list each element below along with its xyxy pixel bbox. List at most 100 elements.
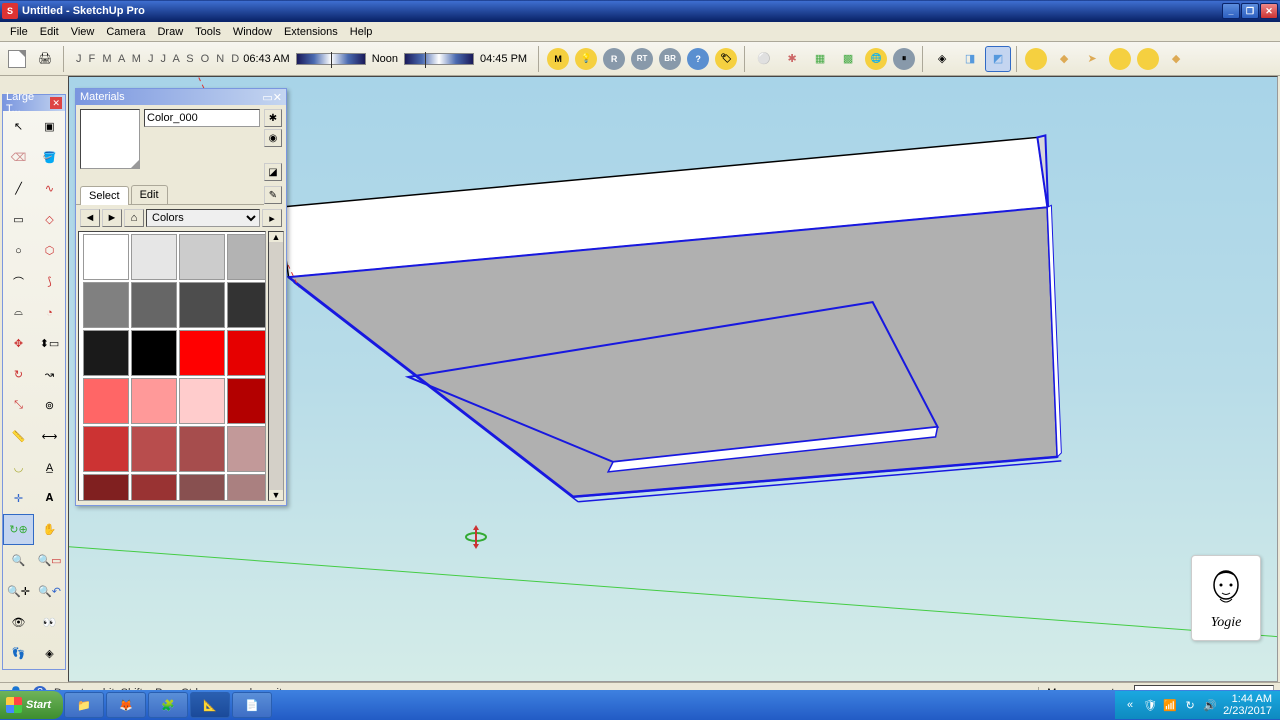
3dtext-tool[interactable]: 𝐀 — [34, 483, 65, 514]
color-swatch[interactable] — [131, 378, 177, 424]
style-bulb-button[interactable]: 💡 — [573, 46, 599, 72]
new-file-button[interactable] — [4, 46, 30, 72]
color-swatch[interactable] — [131, 426, 177, 472]
task-sketchup[interactable]: 📐 — [190, 692, 230, 718]
tray-shield-icon[interactable]: 🛡 — [1143, 698, 1157, 712]
material-name-input[interactable] — [144, 109, 260, 127]
arc-tool[interactable]: ⌒ — [3, 266, 34, 297]
circle-tool[interactable]: ○ — [3, 235, 34, 266]
orbit-tool[interactable]: ↻⊕ — [3, 514, 34, 545]
task-explorer[interactable]: 📁 — [64, 692, 104, 718]
section-plane-tool[interactable]: ◈ — [34, 638, 65, 669]
line-tool[interactable]: ╱ — [3, 173, 34, 204]
geo-terrain2-button[interactable]: ▩ — [835, 46, 861, 72]
menu-file[interactable]: File — [4, 24, 34, 40]
rotate-tool[interactable]: ↻ — [3, 359, 34, 390]
layer-cursor-button[interactable]: ➤ — [1079, 46, 1105, 72]
move-tool[interactable]: ✥ — [3, 328, 34, 359]
palette-title-bar[interactable]: Large T... ✕ — [3, 95, 65, 111]
create-material-button[interactable]: ✱ — [264, 109, 282, 127]
color-swatch[interactable] — [179, 378, 225, 424]
offset-tool[interactable]: ⊚ — [34, 390, 65, 421]
color-swatch[interactable] — [131, 234, 177, 280]
geo-terrain1-button[interactable]: ▦ — [807, 46, 833, 72]
color-swatch[interactable] — [83, 234, 129, 280]
freehand-tool[interactable]: ∿ — [34, 173, 65, 204]
scale-tool[interactable]: ⤡ — [3, 390, 34, 421]
swatch-scrollbar[interactable]: ▲ ▼ — [268, 231, 284, 501]
section-cut-button[interactable]: ◩ — [985, 46, 1011, 72]
task-firefox[interactable]: 🦊 — [106, 692, 146, 718]
date-slider[interactable] — [404, 53, 474, 65]
rectangle-tool[interactable]: ▭ — [3, 204, 34, 235]
color-swatch[interactable] — [227, 426, 266, 472]
polygon-tool[interactable]: ⬡ — [34, 235, 65, 266]
nav-forward-button[interactable]: ► — [102, 209, 122, 227]
axes-tool[interactable]: ✛ — [3, 483, 34, 514]
color-swatch[interactable] — [179, 330, 225, 376]
color-swatch[interactable] — [179, 282, 225, 328]
color-swatch[interactable] — [179, 426, 225, 472]
task-app2[interactable]: 📄 — [232, 692, 272, 718]
color-swatch[interactable] — [227, 282, 266, 328]
dimension-tool[interactable]: ⟷ — [34, 421, 65, 452]
tray-refresh-icon[interactable]: ↻ — [1183, 698, 1197, 712]
section-display-button[interactable]: ◨ — [957, 46, 983, 72]
menu-tools[interactable]: Tools — [189, 24, 227, 40]
rotated-rect-tool[interactable]: ◇ — [34, 204, 65, 235]
layer-diamond2-button[interactable]: ◆ — [1163, 46, 1189, 72]
layer-left-button[interactable] — [1107, 46, 1133, 72]
color-swatch[interactable] — [179, 474, 225, 501]
materials-title-bar[interactable]: Materials ▭✕ — [76, 89, 286, 105]
details-menu-button[interactable]: ▸ — [262, 209, 282, 227]
color-swatch[interactable] — [131, 282, 177, 328]
menu-edit[interactable]: Edit — [34, 24, 65, 40]
color-swatch[interactable] — [227, 234, 266, 280]
style-help-button[interactable]: ? — [685, 46, 711, 72]
pan-tool[interactable]: ✋ — [34, 514, 65, 545]
close-button[interactable]: ✕ — [1260, 3, 1278, 19]
3pt-arc-tool[interactable]: ⌓ — [3, 297, 34, 328]
nav-back-button[interactable]: ◄ — [80, 209, 100, 227]
section-plane-button[interactable]: ◈ — [929, 46, 955, 72]
make-component-tool[interactable]: ▣ — [34, 111, 65, 142]
color-swatch[interactable] — [227, 330, 266, 376]
menu-window[interactable]: Window — [227, 24, 278, 40]
default-material-button[interactable]: ◉ — [264, 129, 282, 147]
geo-mesh-button[interactable]: ✱ — [779, 46, 805, 72]
tray-volume-icon[interactable]: 🔊 — [1203, 698, 1217, 712]
zoom-tool[interactable]: 🔍 — [3, 545, 34, 576]
color-swatch[interactable] — [179, 234, 225, 280]
secondary-swatch-button[interactable]: ◪ — [264, 163, 282, 181]
pie-tool[interactable]: ◔ — [34, 297, 65, 328]
menu-view[interactable]: View — [65, 24, 101, 40]
minimize-button[interactable]: _ — [1222, 3, 1240, 19]
color-swatch[interactable] — [83, 282, 129, 328]
style-br-button[interactable]: BR — [657, 46, 683, 72]
materials-select-tab[interactable]: Select — [80, 186, 129, 205]
color-swatch[interactable] — [83, 378, 129, 424]
protractor-tool[interactable]: ◡ — [3, 452, 34, 483]
color-swatch[interactable] — [227, 474, 266, 501]
tray-network-icon[interactable]: 📶 — [1163, 698, 1177, 712]
color-swatch[interactable] — [131, 474, 177, 501]
zoom-window-tool[interactable]: 🔍▭ — [34, 545, 65, 576]
geo-pause-button[interactable]: ⏸ — [891, 46, 917, 72]
eraser-tool[interactable]: ⌫ — [3, 142, 34, 173]
layer-sun-button[interactable] — [1023, 46, 1049, 72]
look-around-tool[interactable]: 👀 — [34, 607, 65, 638]
materials-close-icon[interactable]: ▭✕ — [262, 91, 282, 104]
task-app1[interactable]: 🧩 — [148, 692, 188, 718]
position-camera-tool[interactable]: 👁 — [3, 607, 34, 638]
walk-tool[interactable]: 👣 — [3, 638, 34, 669]
layer-diamond-button[interactable]: ◆ — [1051, 46, 1077, 72]
color-swatch[interactable] — [83, 426, 129, 472]
menu-help[interactable]: Help — [344, 24, 379, 40]
layer-right-button[interactable] — [1135, 46, 1161, 72]
tape-tool[interactable]: 📏 — [3, 421, 34, 452]
paint-bucket-tool[interactable]: 🪣 — [34, 142, 65, 173]
followme-tool[interactable]: ↝ — [34, 359, 65, 390]
color-swatch[interactable] — [83, 474, 129, 501]
materials-edit-tab[interactable]: Edit — [131, 185, 168, 204]
library-select[interactable]: Colors — [146, 209, 260, 227]
